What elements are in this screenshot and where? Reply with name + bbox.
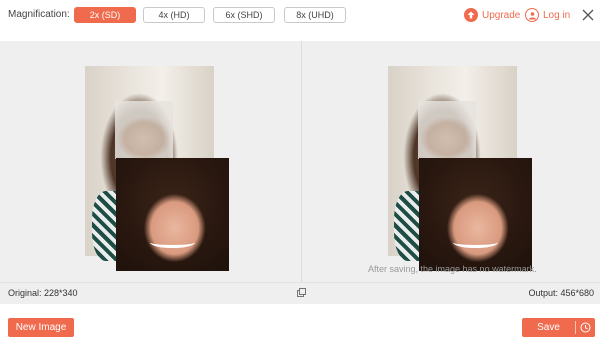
zoom-region-indicator[interactable] (115, 101, 173, 159)
output-zoom-region-indicator[interactable] (418, 101, 476, 159)
magnification-2x-button[interactable]: 2x (SD) (74, 7, 136, 23)
magnification-4x-button[interactable]: 4x (HD) (143, 7, 205, 23)
smile-detail (149, 237, 196, 249)
magnification-label: Magnification: (8, 9, 70, 20)
schedule-button[interactable] (576, 318, 595, 337)
upgrade-icon (464, 8, 478, 22)
magnification-6x-button[interactable]: 6x (SHD) (213, 7, 275, 23)
watermark-notice: After saving, the image has no watermark… (368, 264, 537, 274)
toolbar: Magnification: 2x (SD) 4x (HD) 6x (SHD) … (0, 0, 600, 40)
output-preview-pane (302, 41, 600, 282)
output-smile-detail (452, 237, 499, 249)
upgrade-link[interactable]: Upgrade (464, 7, 520, 23)
user-icon (525, 8, 539, 22)
save-button[interactable]: Save (522, 318, 575, 337)
login-label: Log in (543, 9, 571, 21)
close-icon[interactable] (582, 9, 594, 21)
original-size-label: Original: 228*340 (8, 288, 78, 298)
login-link[interactable]: Log in (525, 7, 570, 23)
upgrade-label: Upgrade (482, 9, 521, 21)
original-preview-pane (0, 41, 301, 282)
compare-icon[interactable] (297, 288, 306, 297)
output-size-label: Output: 456*680 (528, 288, 594, 298)
magnification-8x-button[interactable]: 8x (UHD) (284, 7, 346, 23)
output-zoomed-image (419, 158, 532, 271)
original-zoomed-image (116, 158, 229, 271)
save-button-group: Save (522, 318, 595, 337)
new-image-button[interactable]: New Image (8, 318, 74, 337)
clock-icon (580, 322, 591, 333)
